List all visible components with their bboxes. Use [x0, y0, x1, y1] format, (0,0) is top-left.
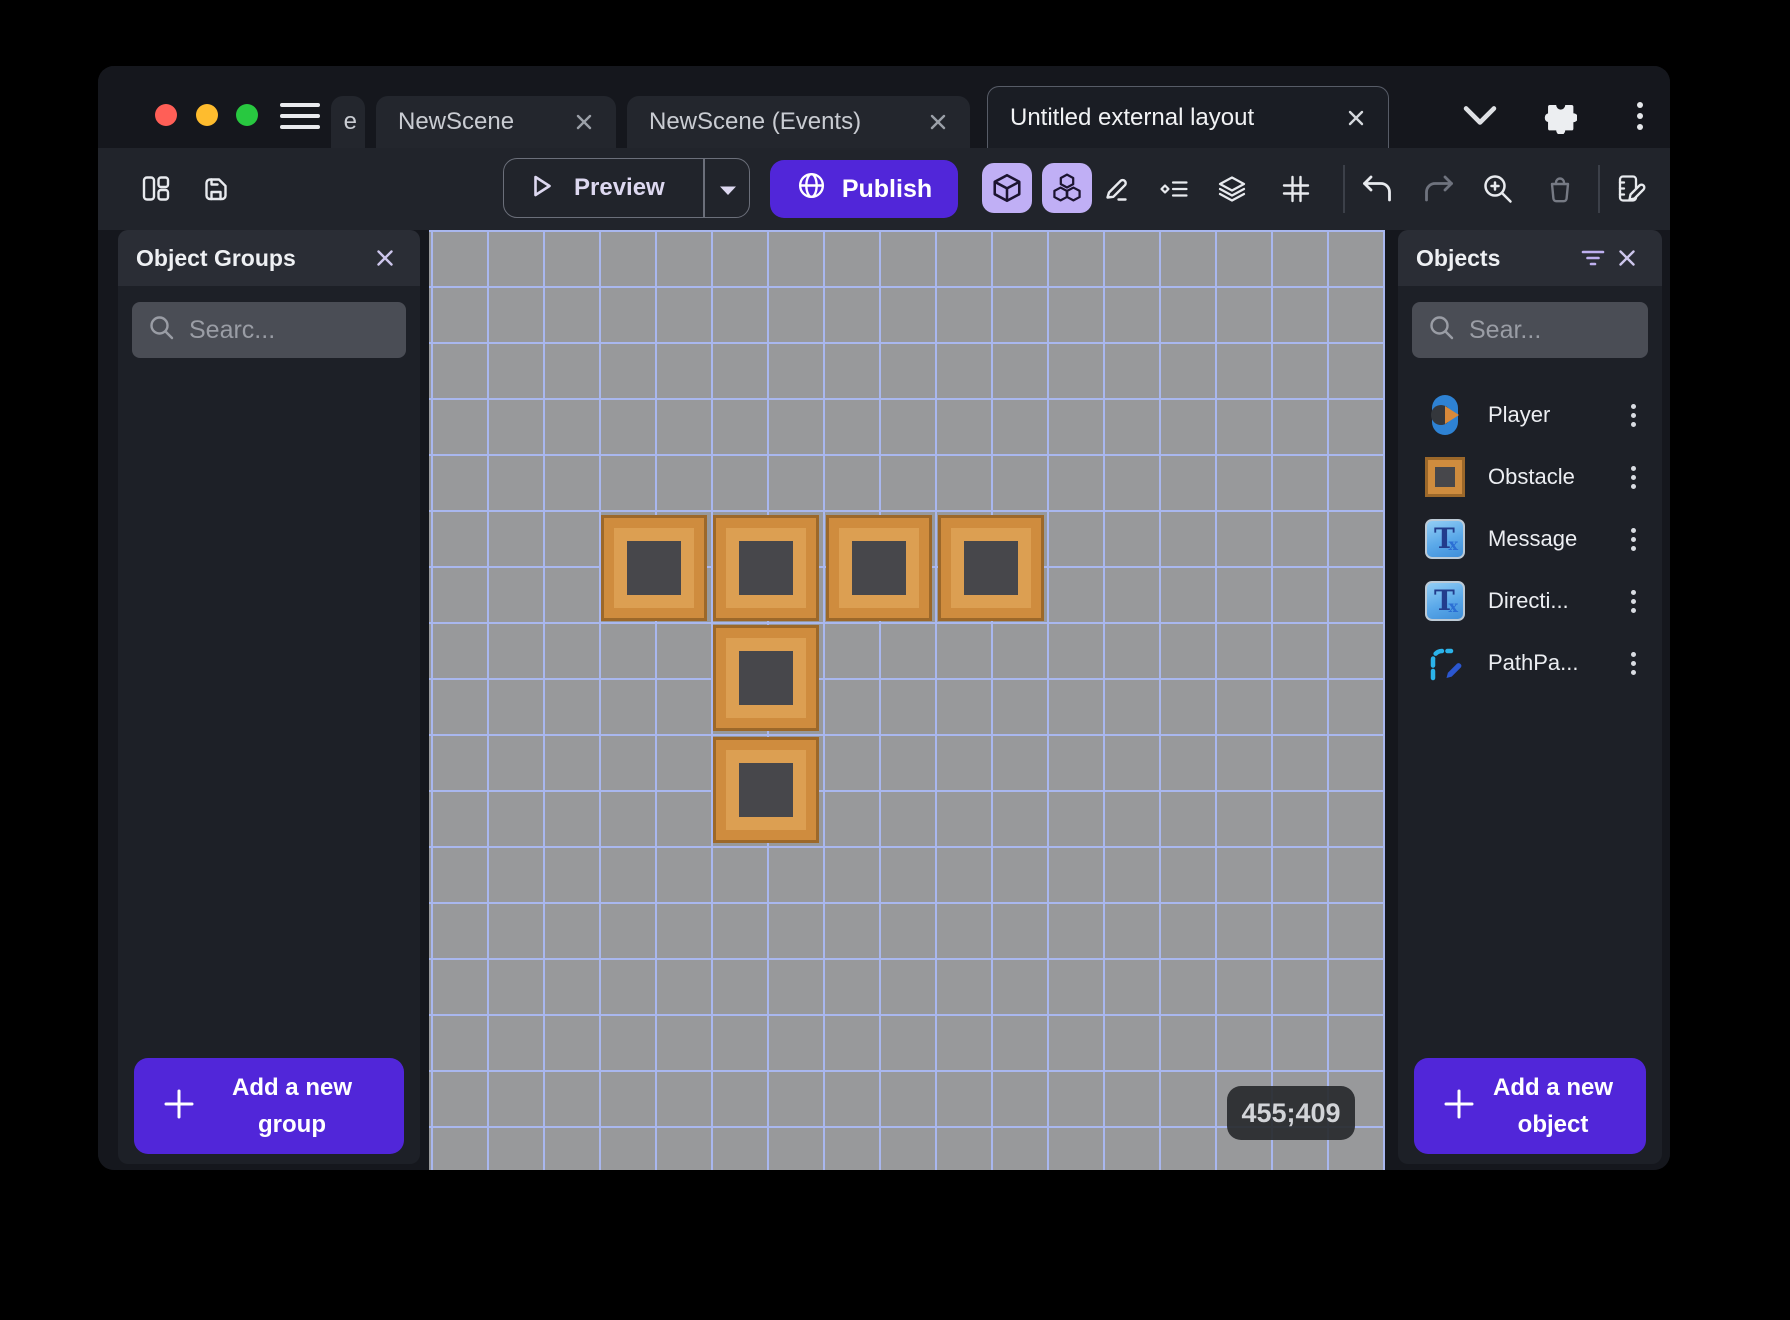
play-icon [526, 171, 556, 206]
kebab-menu-icon[interactable] [1631, 475, 1636, 480]
stacked-cubes-icon[interactable] [1042, 163, 1092, 213]
tab-label: Untitled external layout [1010, 104, 1254, 132]
objects-panel: Objects [1398, 230, 1662, 1164]
puzzle-icon[interactable] [1539, 96, 1577, 139]
minimize-window-button[interactable] [196, 104, 218, 126]
tab-label: e [344, 108, 357, 136]
kebab-menu-icon[interactable] [1631, 599, 1636, 604]
obstacle-instance[interactable] [601, 515, 707, 621]
menu-icon[interactable] [280, 103, 320, 129]
obstacle-instance[interactable] [713, 515, 819, 621]
search-input[interactable] [189, 316, 390, 345]
search-input[interactable] [1469, 316, 1632, 345]
instance-list-icon[interactable] [1152, 167, 1196, 211]
obstacle-instance[interactable] [713, 737, 819, 843]
objects-list: Player Obstacle Tx Message [1398, 384, 1662, 694]
scene-edit-icon[interactable] [1610, 167, 1654, 211]
grid-icon[interactable] [1274, 167, 1318, 211]
object-groups-header: Object Groups [118, 230, 420, 286]
tab-untitled-external-layout[interactable]: Untitled external layout [987, 86, 1389, 148]
object-row-pathpaint[interactable]: PathPa... [1398, 632, 1662, 694]
close-window-button[interactable] [155, 104, 177, 126]
app-window: e NewScene NewScene (Events) Untitled ex… [98, 66, 1670, 1170]
plus-icon [1440, 1085, 1478, 1128]
obstacle-instance[interactable] [713, 625, 819, 731]
close-icon[interactable] [928, 112, 948, 132]
group-search-field[interactable] [132, 302, 406, 358]
editor-content: 455;409 Object Groups [98, 230, 1670, 1170]
scene-canvas[interactable]: 455;409 [429, 230, 1385, 1170]
add-group-button[interactable]: Add a new group [134, 1058, 404, 1154]
publish-label: Publish [842, 175, 932, 204]
zoom-window-button[interactable] [236, 104, 258, 126]
close-icon[interactable] [574, 112, 594, 132]
toolbar: Preview Publish [98, 148, 1670, 230]
kebab-menu-icon[interactable] [1631, 413, 1636, 418]
dropdown-arrow-icon[interactable] [717, 184, 739, 203]
objects-header: Objects [1398, 230, 1662, 286]
search-icon [148, 314, 175, 346]
tab-bar: e NewScene NewScene (Events) Untitled ex… [331, 86, 1389, 148]
plus-icon [160, 1085, 198, 1128]
filter-icon[interactable] [1576, 241, 1610, 275]
text-object-icon: Tx [1424, 580, 1466, 622]
save-icon[interactable] [194, 167, 238, 211]
kebab-menu-icon[interactable] [1631, 661, 1636, 666]
kebab-menu-icon[interactable] [1637, 102, 1643, 108]
tab-newscene-events[interactable]: NewScene (Events) [627, 96, 970, 148]
publish-button[interactable]: Publish [770, 160, 958, 218]
object-search-field[interactable] [1412, 302, 1648, 358]
object-row-message[interactable]: Tx Message [1398, 508, 1662, 570]
preview-label: Preview [574, 174, 665, 202]
add-object-button[interactable]: Add a new object [1414, 1058, 1646, 1154]
redo-icon[interactable] [1416, 167, 1460, 211]
close-icon[interactable] [1610, 241, 1644, 275]
close-icon[interactable] [1346, 108, 1366, 128]
player-icon [1424, 394, 1466, 436]
cube-icon[interactable] [982, 163, 1032, 213]
close-icon[interactable] [368, 241, 402, 275]
titlebar: e NewScene NewScene (Events) Untitled ex… [98, 66, 1670, 148]
cursor-coordinates-badge: 455;409 [1227, 1086, 1355, 1140]
obstacle-instance[interactable] [938, 515, 1044, 621]
trash-icon[interactable] [1538, 167, 1582, 211]
add-object-label: Add a new object [1478, 1069, 1646, 1143]
preview-button[interactable]: Preview [503, 158, 750, 218]
object-row-obstacle[interactable]: Obstacle [1398, 446, 1662, 508]
tab-newscene[interactable]: NewScene [376, 96, 616, 148]
text-object-icon: Tx [1424, 518, 1466, 560]
panels-icon[interactable] [134, 167, 178, 211]
obstacle-icon [1424, 456, 1466, 498]
path-object-icon [1424, 642, 1466, 684]
obstacle-instance[interactable] [826, 515, 932, 621]
panel-title: Object Groups [136, 245, 296, 272]
layers-icon[interactable] [1210, 167, 1254, 211]
panel-title: Objects [1416, 245, 1500, 272]
globe-icon [796, 170, 827, 208]
object-groups-panel: Object Groups Add a new [118, 230, 420, 1164]
zoom-in-icon[interactable] [1476, 167, 1520, 211]
chevron-down-icon[interactable] [1461, 102, 1499, 133]
kebab-menu-icon[interactable] [1631, 537, 1636, 542]
undo-icon[interactable] [1356, 167, 1400, 211]
tab-label: NewScene [398, 108, 514, 136]
object-row-directions[interactable]: Tx Directi... [1398, 570, 1662, 632]
tab-label: NewScene (Events) [649, 108, 861, 136]
object-row-player[interactable]: Player [1398, 384, 1662, 446]
tab-truncated[interactable]: e [331, 96, 365, 148]
pencil-icon[interactable] [1094, 167, 1138, 211]
add-group-label: Add a new group [198, 1069, 404, 1143]
search-icon [1428, 314, 1455, 346]
